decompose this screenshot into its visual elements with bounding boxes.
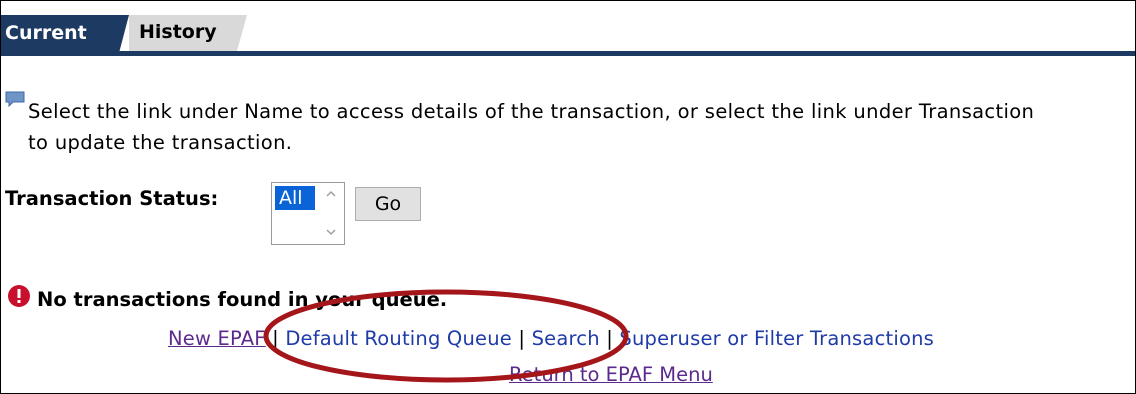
tab-history-edge [237, 15, 247, 51]
epaf-page: Current History Select the link under Na… [0, 0, 1136, 394]
transaction-status-select[interactable]: All [271, 182, 345, 245]
link-separator: | [272, 327, 279, 350]
transaction-status-label: Transaction Status: [5, 187, 219, 210]
tab-underline [1, 51, 1135, 56]
chevron-up-icon[interactable] [322, 185, 340, 203]
tab-current-edge [119, 15, 129, 53]
instruction-line-2: to update the transaction. [28, 131, 293, 154]
new-epaf-link[interactable]: New EPAF [168, 327, 266, 350]
superuser-filter-link[interactable]: Superuser or Filter Transactions [619, 327, 934, 350]
status-option-selected[interactable]: All [275, 186, 315, 210]
tab-bar: Current History [1, 1, 1135, 56]
tab-history[interactable]: History [129, 15, 237, 51]
instruction-text: Select the link under Name to access det… [28, 96, 1135, 158]
return-to-epaf-menu-link[interactable]: Return to EPAF Menu [509, 363, 713, 386]
error-icon [7, 284, 31, 308]
go-button[interactable]: Go [355, 187, 421, 221]
comment-icon [5, 91, 25, 108]
link-separator: | [518, 327, 526, 350]
instruction-line-1: Select the link under Name to access det… [28, 100, 1035, 123]
chevron-down-icon[interactable] [322, 223, 340, 241]
search-link[interactable]: Search [532, 327, 600, 350]
tab-current[interactable]: Current [1, 15, 119, 53]
no-transactions-message: No transactions found in your queue. [37, 288, 448, 311]
default-routing-queue-link[interactable]: Default Routing Queue [285, 327, 512, 350]
action-links: New EPAF | Default Routing Queue | Searc… [168, 327, 934, 350]
link-separator: | [606, 327, 613, 350]
